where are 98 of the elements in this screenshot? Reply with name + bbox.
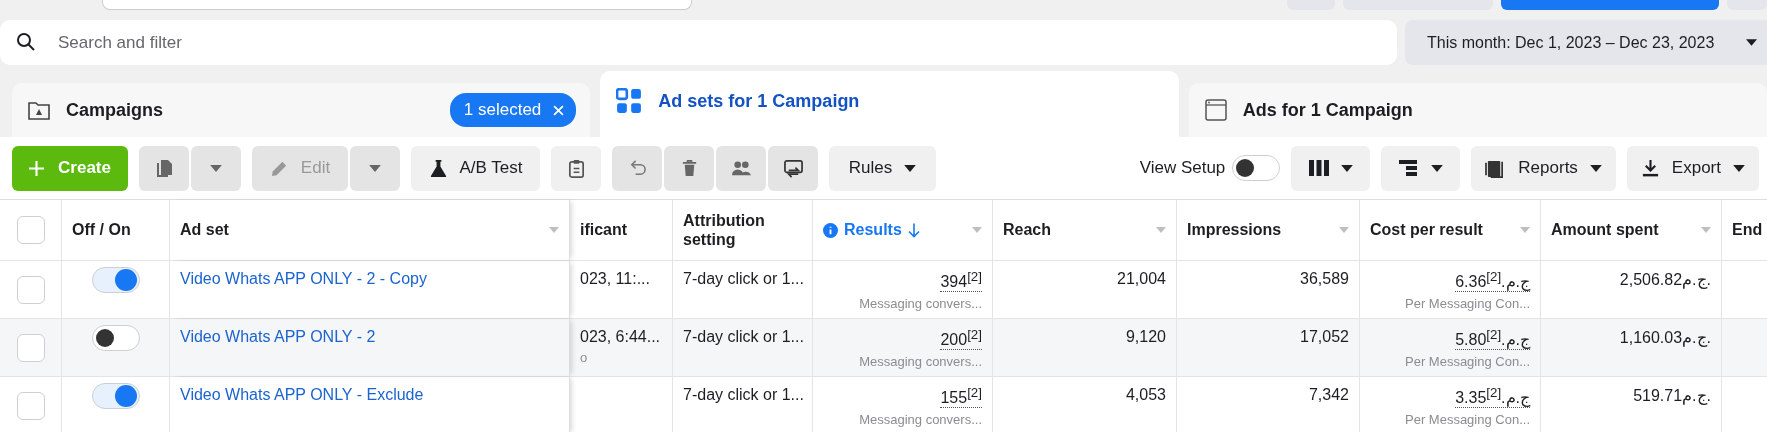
toggle-switch[interactable] <box>91 383 140 409</box>
swap-icon <box>782 158 804 178</box>
tab[interactable]: Campaigns 1 selected <box>12 83 591 137</box>
text-field[interactable] <box>102 0 692 10</box>
breakdown-icon <box>1398 159 1419 177</box>
column-header[interactable]: End <box>1722 200 1767 260</box>
column-header[interactable]: Cost per result <box>1360 200 1541 260</box>
caret-icon <box>1340 164 1353 172</box>
toggle-switch[interactable] <box>91 325 140 351</box>
sort-arrow-icon <box>907 221 920 239</box>
caret-icon <box>549 227 559 233</box>
caret-icon <box>1520 227 1530 233</box>
table-cell: 17,052 <box>1300 328 1349 346</box>
column-header[interactable]: ificant <box>570 200 673 260</box>
delete-button[interactable] <box>664 145 714 191</box>
tab-label: Ads for 1 Campaign <box>1242 99 1414 121</box>
table-cell: 21,004 <box>1117 270 1166 288</box>
table-cell: 9,120 <box>1125 328 1166 346</box>
table-cell: 519.71ج.م. <box>1633 386 1711 405</box>
caret-icon <box>1701 227 1711 233</box>
caret-icon <box>1156 227 1166 233</box>
toggle-switch[interactable] <box>91 267 140 293</box>
caret-icon <box>1589 164 1602 172</box>
table-cell: 36,589 <box>1300 270 1349 288</box>
clipboard-button[interactable] <box>551 145 601 191</box>
table-cell: 7,342 <box>1308 386 1349 404</box>
table-cell: 7-day click or 1... <box>683 270 804 288</box>
ab-test-button[interactable]: A/B Test <box>411 145 540 191</box>
cell-note: Messaging convers... <box>859 411 982 427</box>
caret-icon <box>1746 39 1757 46</box>
swap-button[interactable] <box>768 145 818 191</box>
tab-label: Ad sets for 1 Campaign <box>658 90 861 112</box>
view-setup-toggle[interactable] <box>1232 155 1281 181</box>
grid-icon <box>616 88 643 114</box>
window-icon <box>1204 99 1227 121</box>
tab[interactable]: Ads for 1 Campaign <box>1188 83 1767 137</box>
caret-icon <box>972 227 982 233</box>
column-header[interactable]: Attribution setting <box>673 200 813 260</box>
search-field[interactable]: Search and filter <box>0 20 1397 65</box>
ad-set-link[interactable]: Video Whats APP ONLY - Exclude <box>180 386 424 404</box>
column-header[interactable]: Impressions <box>1177 200 1360 260</box>
column-header[interactable]: Reach <box>993 200 1177 260</box>
plus-icon <box>29 160 45 176</box>
duplicate-button[interactable] <box>139 145 189 191</box>
clipboard-icon <box>566 158 586 178</box>
caret-icon <box>1339 227 1349 233</box>
columns-button[interactable] <box>1291 145 1371 191</box>
caret-icon <box>904 164 917 172</box>
table-cell: 023, 6:44... <box>580 328 661 346</box>
table-cell: 7-day click or 1... <box>683 328 804 346</box>
select-all-checkbox[interactable] <box>16 216 45 244</box>
table-cell: 7-day click or 1... <box>683 386 804 404</box>
close-icon <box>553 104 565 116</box>
column-header[interactable]: Ad set <box>170 200 570 260</box>
ad-set-link[interactable]: Video Whats APP ONLY - 2 <box>180 328 376 346</box>
column-header[interactable]: Amount spent <box>1541 200 1722 260</box>
cell-note: Per Messaging Con... <box>1405 411 1530 427</box>
cell-note: Per Messaging Con... <box>1405 353 1530 369</box>
table-cell: 2,506.82ج.م. <box>1619 270 1711 289</box>
cell-note: Messaging convers... <box>859 295 982 311</box>
people-icon <box>730 158 752 178</box>
date-range-button[interactable]: This month: Dec 1, 2023 – Dec 23, 2023 <box>1405 20 1767 65</box>
undo-button[interactable] <box>612 145 662 191</box>
flask-icon <box>428 158 448 178</box>
row-checkbox[interactable] <box>16 334 45 362</box>
row-checkbox[interactable] <box>16 392 45 420</box>
results-value: 394$^{[2]}$ <box>940 270 982 292</box>
people-button[interactable] <box>716 145 766 191</box>
column-header[interactable]: Results <box>813 200 993 260</box>
info-icon <box>823 222 838 238</box>
results-value: 200$^{[2]}$ <box>940 328 982 350</box>
caret-icon <box>1733 164 1745 172</box>
cell-note: Per Messaging Con... <box>1405 295 1530 311</box>
caret-icon <box>1430 164 1443 172</box>
tab-label: Campaigns <box>66 99 165 121</box>
export-button[interactable]: Export <box>1626 145 1759 191</box>
caret-icon <box>210 164 222 172</box>
column-header[interactable]: Off / On <box>62 200 170 260</box>
dropdown-button[interactable] <box>350 145 400 191</box>
caret-icon <box>369 164 381 172</box>
table-cell: 1,160.03ج.م. <box>1619 328 1711 347</box>
tab[interactable]: Ad sets for 1 Campaign <box>600 71 1179 137</box>
cell-note: o <box>580 350 588 365</box>
selection-chip[interactable]: 1 selected <box>449 93 577 127</box>
download-icon <box>1640 158 1660 178</box>
view-setup-label: View Setup <box>1139 158 1226 178</box>
folder-icon <box>28 100 50 120</box>
row-checkbox[interactable] <box>16 276 45 304</box>
breakdown-button[interactable] <box>1381 145 1461 191</box>
columns-icon <box>1308 159 1329 177</box>
table-cell: 023, 11:... <box>580 270 650 288</box>
rules-button[interactable]: Rules <box>829 145 936 191</box>
table-cell: 4,053 <box>1125 386 1166 404</box>
cell-note: Messaging convers... <box>859 353 982 369</box>
reports-button[interactable]: Reports <box>1471 145 1616 191</box>
copy-icon <box>154 158 174 178</box>
ad-set-link[interactable]: Video Whats APP ONLY - 2 - Copy <box>180 270 427 288</box>
results-value: 155$^{[2]}$ <box>940 386 982 408</box>
